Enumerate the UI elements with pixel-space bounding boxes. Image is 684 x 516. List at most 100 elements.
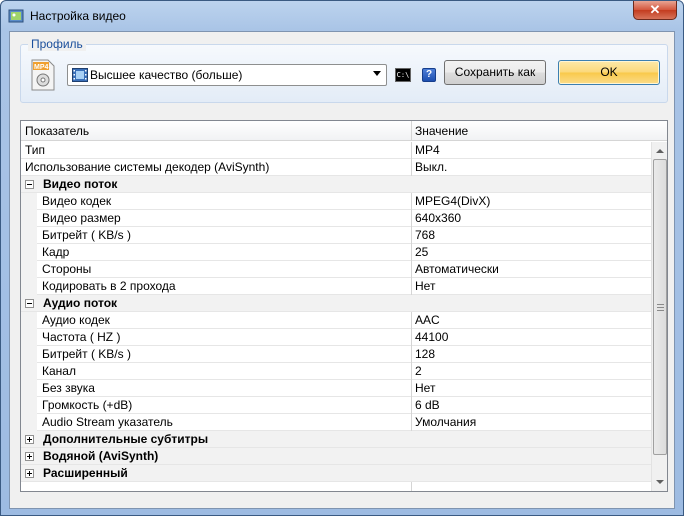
dialog-body: Профиль MP4 Высшее качество (больше) C:\… — [9, 31, 675, 509]
row-gutter — [21, 210, 37, 227]
close-button[interactable]: ✕ — [633, 1, 677, 20]
property-label: Канал — [42, 364, 76, 378]
property-value[interactable]: 640x360 — [415, 211, 461, 225]
cell-divider — [411, 210, 412, 227]
property-value[interactable]: MP4 — [415, 143, 440, 157]
row-gutter — [21, 363, 37, 380]
expand-icon[interactable] — [25, 435, 34, 444]
grid-header: Показатель Значение — [21, 121, 667, 141]
row-gutter — [21, 193, 37, 210]
property-row[interactable]: Audio Stream указатель Умолчания — [21, 414, 651, 431]
expand-icon[interactable] — [25, 469, 34, 478]
property-label: Без звука — [42, 381, 95, 395]
property-row[interactable]: Видео кодек MPEG4(DivX) — [21, 193, 651, 210]
property-grid: Показатель Значение Тип MP4 Использование … — [20, 120, 668, 492]
collapse-icon[interactable] — [25, 299, 34, 308]
scroll-down-button[interactable] — [652, 474, 668, 491]
column-divider[interactable] — [411, 121, 412, 141]
cell-divider — [411, 193, 412, 210]
property-row[interactable]: Использование системы декодер (AviSynth)… — [21, 159, 651, 176]
property-value[interactable]: 2 — [415, 364, 422, 378]
scroll-up-button[interactable] — [652, 142, 668, 159]
property-value[interactable]: MPEG4(DivX) — [415, 194, 490, 208]
profile-select[interactable]: Высшее качество (больше) — [67, 64, 387, 86]
ok-button[interactable]: OK — [558, 60, 660, 85]
property-row[interactable]: Громкость (+dB) 6 dB — [21, 397, 651, 414]
property-row[interactable]: Видео размер 640x360 — [21, 210, 651, 227]
cell-divider — [411, 261, 412, 278]
profile-select-value: Высшее качество (больше) — [90, 68, 243, 82]
property-row[interactable]: Битрейт ( KB/s ) 128 — [21, 346, 651, 363]
property-label: Аудио кодек — [42, 313, 110, 327]
property-row[interactable]: Без звука Нет — [21, 380, 651, 397]
collapse-icon[interactable] — [25, 180, 34, 189]
property-row[interactable]: Стороны Автоматически — [21, 261, 651, 278]
cell-divider — [411, 397, 412, 414]
property-label: Частота ( HZ ) — [42, 330, 121, 344]
chevron-down-icon[interactable] — [373, 71, 381, 76]
row-gutter — [21, 397, 37, 414]
property-value[interactable]: Выкл. — [415, 160, 447, 174]
cell-divider — [411, 312, 412, 329]
scrollbar-thumb[interactable] — [653, 159, 667, 455]
property-row[interactable]: Битрейт ( KB/s ) 768 — [21, 227, 651, 244]
row-gutter — [21, 261, 37, 278]
property-value[interactable]: Умолчания — [415, 415, 476, 429]
category-row[interactable]: Видео поток — [21, 176, 651, 193]
property-row[interactable]: Канал 2 — [21, 363, 651, 380]
column-header-name[interactable]: Показатель — [25, 124, 89, 138]
column-header-value[interactable]: Значение — [415, 124, 468, 138]
cell-divider — [411, 380, 412, 397]
save-as-button[interactable]: Сохранить как — [444, 60, 546, 85]
property-label: Кодировать в 2 прохода — [42, 279, 176, 293]
vertical-scrollbar[interactable] — [651, 142, 667, 491]
cell-divider — [411, 227, 412, 244]
property-value[interactable]: Нет — [415, 381, 435, 395]
cell-divider — [411, 278, 412, 295]
mp4-icon-label: MP4 — [34, 64, 49, 71]
cell-divider — [411, 414, 412, 431]
property-value[interactable]: AAC — [415, 313, 440, 327]
property-label: Громкость (+dB) — [42, 398, 133, 412]
category-row[interactable]: Дополнительные субтитры — [21, 431, 651, 448]
cell-divider — [411, 363, 412, 380]
row-gutter — [21, 414, 37, 431]
row-gutter — [21, 346, 37, 363]
cell-divider — [411, 346, 412, 363]
property-row[interactable]: Кодировать в 2 прохода Нет — [21, 278, 651, 295]
cell-divider — [411, 159, 412, 176]
property-value[interactable]: 128 — [415, 347, 435, 361]
property-value[interactable]: 25 — [415, 245, 428, 259]
grid-rows: Тип MP4 Использование системы декодер (Avi… — [21, 142, 651, 491]
property-value[interactable]: 6 dB — [415, 398, 440, 412]
property-value[interactable]: 768 — [415, 228, 435, 242]
title-bar[interactable]: Настройка видео ✕ — [1, 1, 683, 31]
help-icon[interactable]: ? — [422, 68, 436, 82]
property-label: Битрейт ( KB/s ) — [42, 347, 131, 361]
property-label: Видео размер — [42, 211, 121, 225]
row-gutter — [21, 278, 37, 295]
property-row[interactable]: Частота ( HZ ) 44100 — [21, 329, 651, 346]
property-label: Кадр — [42, 245, 70, 259]
property-row[interactable]: Кадр 25 — [21, 244, 651, 261]
property-value[interactable]: 44100 — [415, 330, 448, 344]
property-row[interactable]: Тип MP4 — [21, 142, 651, 159]
cell-divider — [411, 244, 412, 261]
window-title: Настройка видео — [30, 9, 126, 23]
expand-icon[interactable] — [25, 452, 34, 461]
property-row[interactable]: Аудио кодек AAC — [21, 312, 651, 329]
category-row[interactable]: Водяной (AviSynth) — [21, 448, 651, 465]
property-value[interactable]: Нет — [415, 279, 435, 293]
profile-legend: Профиль — [28, 37, 86, 51]
empty-row — [21, 482, 651, 491]
command-line-icon[interactable]: C:\ — [395, 68, 411, 82]
profile-group: Профиль MP4 Высшее качество (больше) C:\… — [20, 37, 668, 103]
category-label: Дополнительные субтитры — [43, 432, 209, 446]
cell-divider — [411, 142, 412, 159]
property-label: Видео кодек — [42, 194, 112, 208]
category-row[interactable]: Расширенный — [21, 465, 651, 482]
category-row[interactable]: Аудио поток — [21, 295, 651, 312]
property-label: Тип — [25, 143, 46, 157]
row-gutter — [21, 329, 37, 346]
property-value[interactable]: Автоматически — [415, 262, 499, 276]
